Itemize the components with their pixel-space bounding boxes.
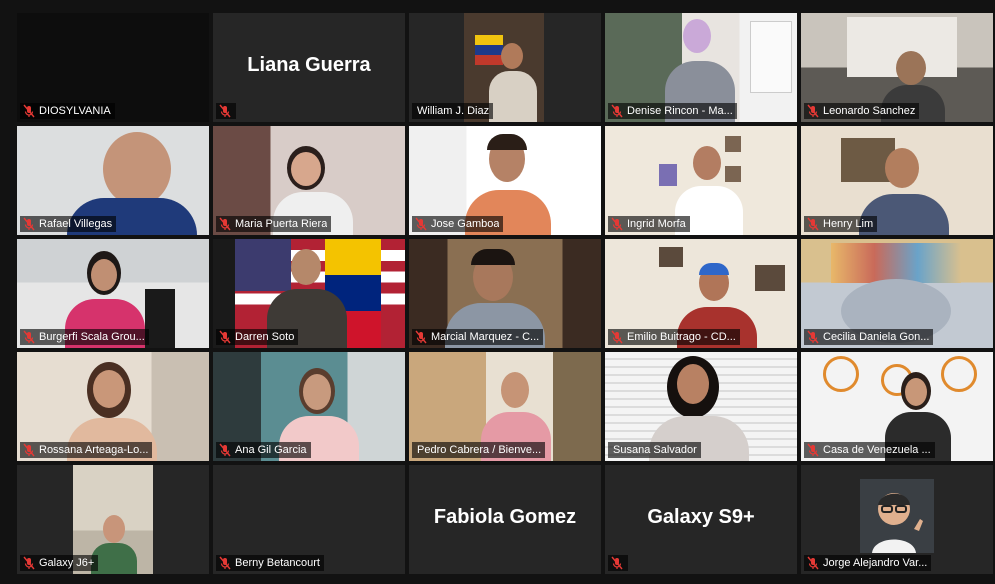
participant-tile[interactable]: Susana Salvador	[605, 352, 797, 461]
participant-tile[interactable]: Leonardo Sanchez	[801, 13, 993, 122]
participant-tile[interactable]: Galaxy S9+	[605, 465, 797, 574]
participant-tile[interactable]: Jorge Alejandro Var...	[801, 465, 993, 574]
microphone-muted-icon	[23, 443, 35, 457]
participant-nameplate: Jorge Alejandro Var...	[804, 555, 932, 571]
participant-nameplate: Rossana Arteaga-Lo...	[20, 442, 153, 458]
participant-tile[interactable]: Marcial Marquez - C...	[409, 239, 601, 348]
cartoon-avatar-icon	[860, 479, 934, 553]
microphone-muted-icon	[807, 104, 819, 118]
participant-nameplate	[216, 103, 236, 119]
participant-name: Rafael Villegas	[39, 218, 113, 230]
participant-nameplate: Emilio Buitrago - CD...	[608, 329, 740, 345]
participant-nameplate: Rafael Villegas	[20, 216, 117, 232]
microphone-muted-icon	[219, 217, 231, 231]
microphone-muted-icon	[23, 217, 35, 231]
microphone-muted-icon	[807, 217, 819, 231]
participant-tile[interactable]: Maria Puerta Riera	[213, 126, 405, 235]
participant-nameplate	[608, 555, 628, 571]
microphone-muted-icon	[807, 556, 819, 570]
microphone-muted-icon	[415, 330, 427, 344]
participant-name: William J. Diaz	[417, 105, 490, 117]
participant-name: Burgerfi Scala Grou...	[39, 331, 145, 343]
participant-display-name: Fabiola Gomez	[433, 506, 577, 529]
participant-name: Casa de Venezuela ...	[823, 444, 931, 456]
participant-name: Jorge Alejandro Var...	[823, 557, 928, 569]
participant-display-name: Galaxy S9+	[647, 506, 755, 529]
participant-nameplate: Henry Lim	[804, 216, 878, 232]
participant-name: Emilio Buitrago - CD...	[627, 331, 736, 343]
participant-nameplate: Cecilia Daniela Gon...	[804, 329, 934, 345]
participant-tile[interactable]: Rafael Villegas	[17, 126, 209, 235]
participant-tile[interactable]: Liana Guerra	[213, 13, 405, 122]
participant-name: Berny Betancourt	[235, 557, 320, 569]
participant-tile[interactable]: Jose Gamboa	[409, 126, 601, 235]
participant-tile[interactable]: Casa de Venezuela ...	[801, 352, 993, 461]
participant-nameplate: Maria Puerta Riera	[216, 216, 332, 232]
participant-nameplate: Ana Gil Garcia	[216, 442, 311, 458]
participant-tile[interactable]: Berny Betancourt	[213, 465, 405, 574]
microphone-muted-icon	[219, 330, 231, 344]
participant-name: Marcial Marquez - C...	[431, 331, 540, 343]
microphone-muted-icon	[415, 217, 427, 231]
participant-tile-active-speaker[interactable]: William J. Diaz	[409, 13, 601, 122]
microphone-muted-icon	[807, 330, 819, 344]
participant-tile[interactable]: Cecilia Daniela Gon...	[801, 239, 993, 348]
microphone-muted-icon	[23, 330, 35, 344]
participant-nameplate: William J. Diaz	[412, 103, 494, 119]
participant-name: Denise Rincon - Ma...	[627, 105, 733, 117]
participant-nameplate: Jose Gamboa	[412, 216, 504, 232]
participant-nameplate: Burgerfi Scala Grou...	[20, 329, 149, 345]
participant-tile[interactable]: Burgerfi Scala Grou...	[17, 239, 209, 348]
microphone-muted-icon	[611, 217, 623, 231]
participant-tile[interactable]: Galaxy J6+	[17, 465, 209, 574]
participant-tile[interactable]: Henry Lim	[801, 126, 993, 235]
microphone-muted-icon	[611, 104, 623, 118]
participant-tile[interactable]: Fabiola Gomez	[409, 465, 601, 574]
participant-name: Maria Puerta Riera	[235, 218, 328, 230]
microphone-muted-icon	[23, 556, 35, 570]
participant-nameplate: Galaxy J6+	[20, 555, 99, 571]
participant-nameplate: Susana Salvador	[608, 442, 701, 458]
participant-tile[interactable]: Emilio Buitrago - CD...	[605, 239, 797, 348]
participant-name: Pedro Cabrera / Bienve...	[417, 444, 542, 456]
participant-nameplate: Denise Rincon - Ma...	[608, 103, 737, 119]
participant-tile[interactable]: Pedro Cabrera / Bienve...	[409, 352, 601, 461]
participant-nameplate: Casa de Venezuela ...	[804, 442, 935, 458]
participant-nameplate: DIOSYLVANIA	[20, 103, 115, 119]
participant-nameplate: Leonardo Sanchez	[804, 103, 920, 119]
participant-tile[interactable]: Ingrid Morfa	[605, 126, 797, 235]
participant-nameplate: Pedro Cabrera / Bienve...	[412, 442, 546, 458]
participant-name: Ingrid Morfa	[627, 218, 686, 230]
participant-nameplate: Darren Soto	[216, 329, 299, 345]
participant-tile[interactable]: Darren Soto	[213, 239, 405, 348]
participant-name: Henry Lim	[823, 218, 874, 230]
participant-tile[interactable]: DIOSYLVANIA	[17, 13, 209, 122]
participant-nameplate: Ingrid Morfa	[608, 216, 690, 232]
participant-name: Rossana Arteaga-Lo...	[39, 444, 149, 456]
participant-name: Susana Salvador	[613, 444, 697, 456]
participant-name: Darren Soto	[235, 331, 295, 343]
avatar	[860, 479, 934, 553]
participant-nameplate: Marcial Marquez - C...	[412, 329, 544, 345]
microphone-muted-icon	[219, 443, 231, 457]
participant-nameplate: Berny Betancourt	[216, 555, 324, 571]
microphone-muted-icon	[611, 556, 623, 570]
microphone-muted-icon	[611, 330, 623, 344]
participant-name: Cecilia Daniela Gon...	[823, 331, 930, 343]
participant-display-name: Liana Guerra	[247, 54, 371, 77]
microphone-muted-icon	[219, 556, 231, 570]
participant-tile[interactable]: Denise Rincon - Ma...	[605, 13, 797, 122]
microphone-muted-icon	[807, 443, 819, 457]
participant-name: Jose Gamboa	[431, 218, 500, 230]
video-grid: DIOSYLVANIA Liana Guerra William J. Diaz…	[17, 13, 993, 578]
microphone-muted-icon	[219, 104, 231, 118]
microphone-muted-icon	[23, 104, 35, 118]
participant-name: Ana Gil Garcia	[235, 444, 307, 456]
participant-name: Galaxy J6+	[39, 557, 95, 569]
participant-tile[interactable]: Rossana Arteaga-Lo...	[17, 352, 209, 461]
participant-name: Leonardo Sanchez	[823, 105, 916, 117]
participant-tile[interactable]: Ana Gil Garcia	[213, 352, 405, 461]
participant-name: DIOSYLVANIA	[39, 105, 111, 117]
